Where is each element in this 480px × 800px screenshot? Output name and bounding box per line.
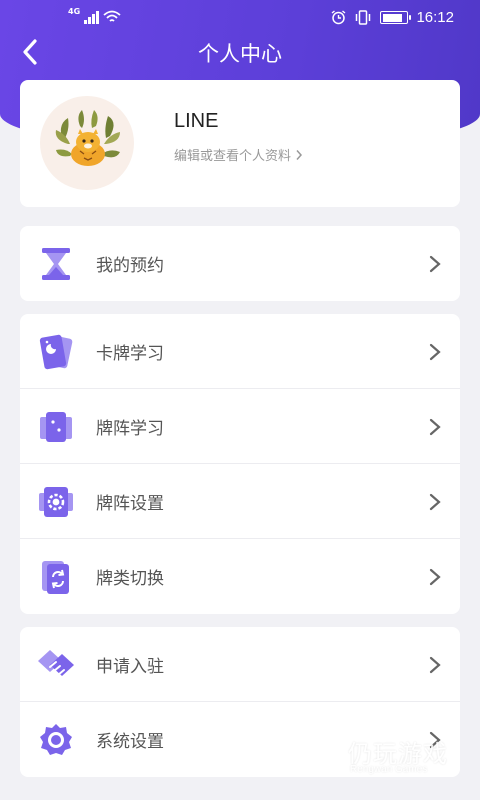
chevron-right-icon (429, 418, 441, 436)
edit-profile-link[interactable]: 编辑或查看个人资料 (174, 145, 303, 164)
handshake-icon (36, 645, 76, 685)
nav-bar: 个人中心 (0, 32, 480, 72)
network-label: 4G (68, 7, 81, 16)
avatar[interactable] (40, 96, 134, 190)
card-spread-icon (36, 407, 76, 447)
menu-item-label: 牌阵设置 (96, 493, 164, 514)
card-switch-icon (36, 557, 76, 597)
status-left: 4G (68, 8, 121, 24)
menu-group-cards: 卡牌学习 牌阵学习 牌阵设置 牌类切换 (20, 314, 460, 614)
card-moon-icon (36, 332, 76, 372)
vibrate-icon (356, 10, 371, 25)
chevron-right-icon (296, 149, 303, 160)
page-title: 个人中心 (198, 42, 282, 66)
signal-icon (84, 10, 100, 24)
chevron-right-icon (429, 656, 441, 674)
menu-item-card-switch[interactable]: 牌类切换 (20, 539, 460, 614)
status-time: 16:12 (416, 9, 454, 26)
menu-item-label: 我的预约 (96, 256, 164, 276)
wifi-icon (103, 10, 121, 22)
watermark-logo-icon (300, 738, 342, 776)
edit-profile-label: 编辑或查看个人资料 (174, 149, 292, 164)
status-bar: 4G 16:12 (0, 0, 480, 36)
status-right: 16:12 (331, 9, 454, 26)
battery-fill (382, 13, 402, 22)
chevron-right-icon (429, 568, 441, 586)
menu-item-label: 系统设置 (96, 732, 164, 752)
chevron-right-icon (429, 255, 441, 273)
menu-item-label: 申请入驻 (96, 656, 164, 677)
menu-item-spread-study[interactable]: 牌阵学习 (20, 389, 460, 464)
chevron-right-icon (429, 493, 441, 511)
hourglass-icon (36, 244, 76, 284)
menu-item-apply-join[interactable]: 申请入驻 (20, 627, 460, 702)
card-gear-icon (36, 482, 76, 522)
watermark: 仍玩游戏 Rengwan Games (300, 732, 460, 784)
alarm-icon (332, 10, 346, 25)
menu-group-booking: 我的预约 (20, 226, 460, 301)
menu-item-label: 卡牌学习 (96, 343, 164, 364)
watermark-subtitle: Rengwan Games (350, 764, 428, 775)
menu-item-spread-settings[interactable]: 牌阵设置 (20, 464, 460, 539)
gear-icon (36, 720, 76, 760)
menu-item-label: 牌类切换 (96, 569, 164, 589)
profile-name: LINE (174, 110, 219, 132)
profile-card[interactable]: LINE 编辑或查看个人资料 (20, 80, 460, 207)
chevron-right-icon (429, 343, 441, 361)
menu-item-card-study[interactable]: 卡牌学习 (20, 314, 460, 389)
menu-item-label: 牌阵学习 (96, 418, 164, 439)
menu-item-my-booking[interactable]: 我的预约 (20, 226, 460, 301)
battery-icon (380, 11, 412, 24)
tiger-avatar-icon (55, 110, 120, 166)
